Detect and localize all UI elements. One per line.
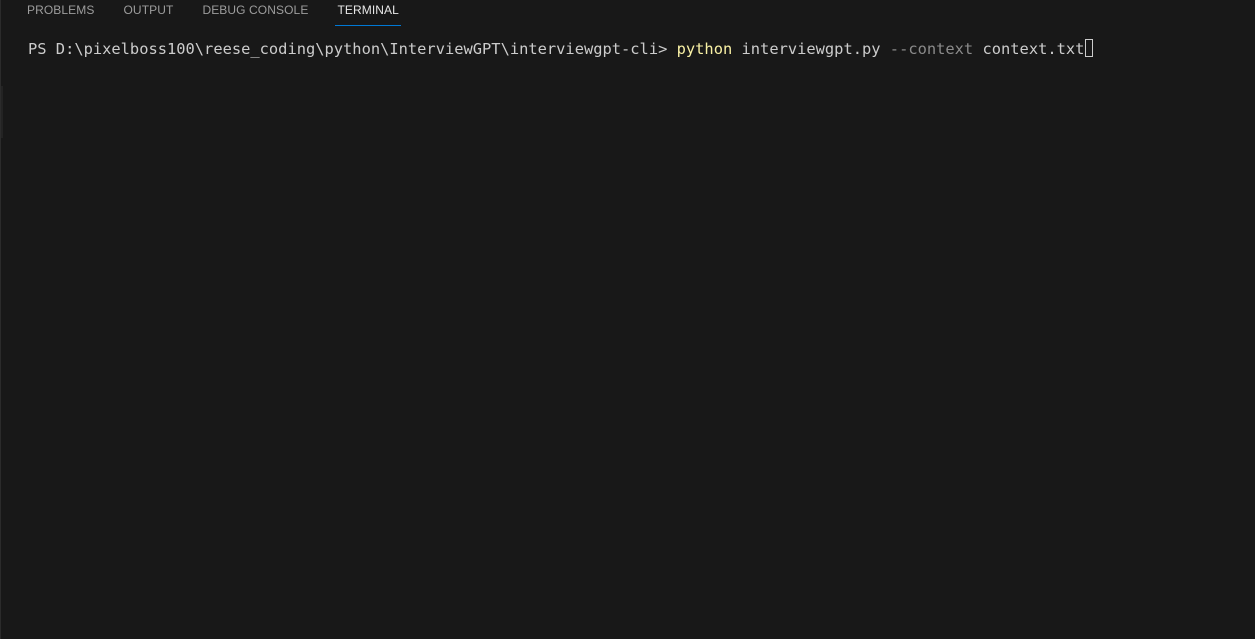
terminal-command-line: PS D:\pixelboss100\reese_coding\python\I… [28,39,1094,59]
terminal-prompt: PS D:\pixelboss100\reese_coding\python\I… [28,40,677,58]
tab-problems[interactable]: PROBLEMS [27,0,95,26]
terminal-parameter: --context [889,40,974,58]
terminal-argument: context.txt [982,40,1085,58]
tab-terminal[interactable]: TERMINAL [335,0,402,26]
panel-tab-bar: PROBLEMS OUTPUT DEBUG CONSOLE TERMINAL [1,0,1255,26]
terminal-output-area[interactable]: PS D:\pixelboss100\reese_coding\python\I… [1,26,1255,639]
terminal-panel: PROBLEMS OUTPUT DEBUG CONSOLE TERMINAL P… [0,0,1255,639]
tab-output[interactable]: OUTPUT [124,0,174,26]
scroll-indicator [1,86,3,138]
terminal-cursor [1085,39,1094,57]
terminal-script: interviewgpt.py [741,40,881,58]
tab-debug-console[interactable]: DEBUG CONSOLE [202,0,308,26]
terminal-command: python [676,40,733,58]
